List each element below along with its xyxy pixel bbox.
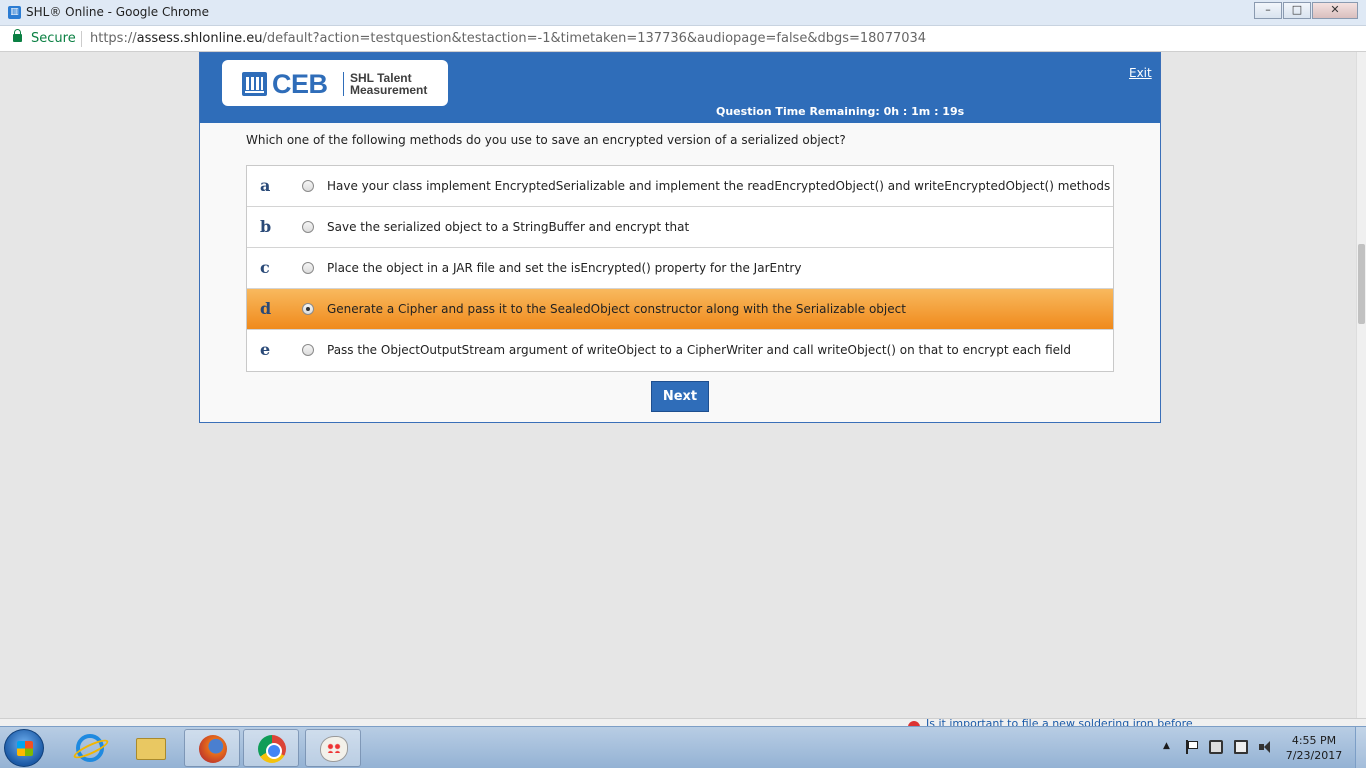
lock-icon (13, 29, 22, 42)
option-text: Have your class implement EncryptedSeria… (327, 179, 1111, 193)
option-letter: e (260, 340, 271, 359)
volume-icon[interactable] (1258, 740, 1272, 754)
url-text[interactable]: https://assess.shlonline.eu/default?acti… (90, 31, 926, 46)
maximize-button[interactable]: □ (1283, 2, 1311, 19)
ceb-logo: CEB SHL Talent Measurement (222, 60, 448, 106)
internet-explorer-taskbar-button[interactable] (62, 729, 118, 767)
browser-titlebar: ▥ SHL® Online - Google Chrome – □ ✕ (0, 0, 1366, 26)
show-desktop-button[interactable] (1355, 727, 1366, 768)
assessment-panel: CEB SHL Talent Measurement Exit Question… (199, 52, 1161, 423)
window-title: SHL® Online - Google Chrome (26, 5, 210, 19)
minimize-button[interactable]: – (1254, 2, 1282, 19)
url-path: /default?action=testquestion&testaction=… (262, 31, 927, 46)
address-separator (81, 31, 82, 47)
url-host: assess.shlonline.eu (136, 31, 263, 46)
option-d[interactable]: d Generate a Cipher and pass it to the S… (247, 289, 1113, 330)
option-text: Place the object in a JAR file and set t… (327, 261, 802, 275)
question-timer: Question Time Remaining: 0h : 1m : 19s (716, 105, 965, 118)
radio-button[interactable] (302, 221, 314, 233)
favicon-icon: ▥ (8, 6, 21, 19)
option-text: Generate a Cipher and pass it to the Sea… (327, 302, 906, 316)
question-text: Which one of the following methods do yo… (246, 133, 846, 147)
internet-explorer-icon (76, 734, 104, 762)
answer-options: a Have your class implement EncryptedSer… (246, 165, 1114, 372)
chrome-icon (258, 735, 286, 763)
action-center-flag-icon[interactable] (1184, 740, 1198, 754)
option-letter: d (260, 299, 272, 318)
logo-ceb-text: CEB (272, 69, 328, 99)
firefox-taskbar-button[interactable] (184, 729, 240, 767)
logo-subtitle: SHL Talent Measurement (350, 71, 428, 97)
bank-icon (242, 72, 267, 96)
file-explorer-icon (136, 738, 166, 760)
chrome-taskbar-button[interactable] (243, 729, 299, 767)
firefox-icon (199, 735, 227, 763)
clock-time: 4:55 PM (1291, 734, 1337, 747)
address-bar[interactable]: Secure https://assess.shlonline.eu/defau… (0, 26, 1366, 52)
close-button[interactable]: ✕ (1312, 2, 1358, 19)
background-page-link[interactable]: Is it important to file a new soldering … (926, 719, 1193, 726)
option-text: Save the serialized object to a StringBu… (327, 220, 690, 234)
radio-button[interactable] (302, 344, 314, 356)
logo-divider (343, 72, 344, 96)
windows-taskbar: ▲ 4:55 PM 7/23/2017 (0, 726, 1366, 768)
url-scheme: https:// (90, 31, 137, 46)
radio-button-selected[interactable] (302, 303, 314, 315)
device-icon[interactable] (1209, 740, 1223, 754)
next-button[interactable]: Next (651, 381, 709, 412)
paint-taskbar-button[interactable] (305, 729, 361, 767)
tray-expand-icon[interactable]: ▲ (1163, 741, 1170, 751)
vertical-scrollbar[interactable] (1356, 52, 1366, 718)
window-controls: – □ ✕ (1253, 2, 1358, 19)
system-clock[interactable]: 4:55 PM 7/23/2017 (1284, 733, 1344, 763)
assessment-header: CEB SHL Talent Measurement Exit Question… (200, 53, 1160, 123)
option-c[interactable]: c Place the object in a JAR file and set… (247, 248, 1113, 289)
scrollbar-thumb[interactable] (1358, 244, 1365, 324)
network-icon[interactable] (1234, 740, 1248, 754)
option-a[interactable]: a Have your class implement EncryptedSer… (247, 166, 1113, 207)
exit-link[interactable]: Exit (1129, 66, 1152, 80)
paint-icon (320, 736, 348, 762)
option-text: Pass the ObjectOutputStream argument of … (327, 343, 1071, 357)
option-b[interactable]: b Save the serialized object to a String… (247, 207, 1113, 248)
secure-label: Secure (31, 31, 76, 46)
clock-date: 7/23/2017 (1285, 749, 1343, 762)
radio-button[interactable] (302, 180, 314, 192)
option-e[interactable]: e Pass the ObjectOutputStream argument o… (247, 330, 1113, 371)
start-button[interactable] (4, 729, 44, 767)
option-letter: c (260, 258, 270, 277)
file-explorer-taskbar-button[interactable] (122, 729, 178, 767)
radio-button[interactable] (302, 262, 314, 274)
option-letter: a (260, 176, 271, 195)
background-window-strip: Is it important to file a new soldering … (0, 718, 1366, 726)
option-letter: b (260, 217, 272, 236)
